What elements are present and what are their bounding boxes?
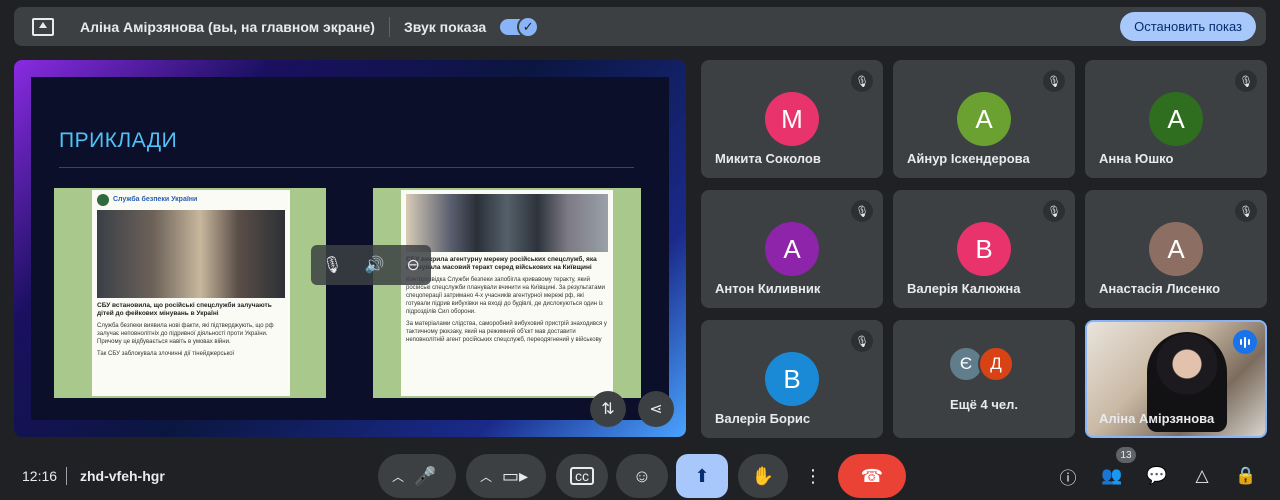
presenting-banner: Аліна Амірзянова (вы, на главном экране)… [14, 7, 1266, 46]
chevron-up-icon[interactable]: ︿ [480, 468, 492, 485]
participant-tile[interactable]: 🎙 В Валерія Калюжна [893, 190, 1075, 308]
info-icon[interactable]: ⓘ [1056, 464, 1080, 488]
hand-icon: ✋ [751, 465, 775, 486]
post-1-para-2: Так СБУ заблокувала злочинні дії тінейдж… [97, 351, 235, 357]
participant-name: Аліна Амірзянова [1099, 411, 1215, 426]
more-options-button[interactable]: ⋮ [798, 454, 828, 498]
mic-off-icon: 🎙 [1043, 70, 1065, 92]
post-2-photo [406, 194, 608, 252]
mic-off-icon: 🎙 [851, 70, 873, 92]
more-participants-tile[interactable]: Є Д Ещё 4 чел. [893, 320, 1075, 438]
check-icon: ✓ [517, 15, 540, 38]
participant-name: Айнур Іскендерова [907, 151, 1030, 166]
post-1-photo [97, 210, 285, 298]
post-1-source: Служба безпеки України [113, 196, 198, 203]
participant-tile[interactable]: 🎙 А Анастасія Лисенко [1085, 190, 1267, 308]
activities-icon[interactable]: △ [1190, 464, 1214, 488]
camera-icon: ▭▸ [502, 465, 529, 486]
people-icon[interactable]: 👥 [1100, 464, 1124, 488]
avatar: В [957, 222, 1011, 276]
participants-count-badge: 13 [1116, 447, 1136, 463]
control-bar: 12:16 zhd-vfeh-hgr ︿ 🎤 ︿ ▭▸ cc ☺ ⬆ ✋ ⋮ ☎… [0, 447, 1280, 500]
volume-icon[interactable]: 🔊 [364, 255, 384, 275]
avatar: Д [978, 346, 1014, 382]
avatar: А [765, 222, 819, 276]
self-video-tile[interactable]: Аліна Амірзянова [1085, 320, 1267, 438]
stop-presenting-button[interactable]: Остановить показ [1120, 12, 1256, 41]
mic-off-icon: 🎙 [1043, 200, 1065, 222]
post-2: СБУ викрила агентурну мережу російських … [401, 190, 613, 396]
participant-name: Валерія Борис [715, 411, 811, 426]
present-screen-icon [32, 17, 54, 36]
hang-up-icon: ☎ [860, 465, 884, 486]
more-vert-icon: ⋮ [804, 465, 822, 486]
speaking-indicator-icon [1233, 330, 1257, 354]
swap-icon[interactable]: ⇅ [590, 391, 626, 427]
post-1-headline: СБУ встановила, що російські спецслужби … [97, 302, 272, 317]
microphone-icon: 🎤 [414, 465, 437, 486]
meeting-code: zhd-vfeh-hgr [80, 468, 165, 484]
clock-divider [66, 467, 67, 485]
participant-name: Антон Киливник [715, 281, 821, 296]
slide-title: ПРИКЛАДИ [59, 129, 178, 152]
captions-icon: cc [570, 467, 594, 485]
sound-toggle[interactable]: ✓ [500, 15, 540, 38]
microphone-button[interactable]: ︿ 🎤 [378, 454, 456, 498]
avatar: А [1149, 222, 1203, 276]
participant-name: Валерія Калюжна [907, 281, 1021, 296]
post-2-para-2: За матеріалами слідства, саморобний вибу… [406, 321, 607, 343]
mic-off-icon: 🎙 [851, 200, 873, 222]
slide-card-2: СБУ викрила агентурну мережу російських … [373, 188, 641, 398]
presenter-text: Аліна Амірзянова (вы, на главном экране) [80, 18, 375, 35]
mic-off-icon: 🎙 [851, 330, 873, 352]
post-1-header: Служба безпеки України [97, 194, 285, 206]
emoji-button[interactable]: ☺ [616, 454, 668, 498]
avatar: М [765, 92, 819, 146]
chevron-up-icon[interactable]: ︿ [392, 468, 404, 485]
leave-call-button[interactable]: ☎ [838, 454, 906, 498]
sound-label: Звук показа [403, 18, 487, 35]
post-1-para-1: Служба безпеки виявила нові факти, які п… [97, 323, 274, 345]
mic-off-icon: 🎙 [1235, 70, 1257, 92]
raise-hand-button[interactable]: ✋ [738, 454, 788, 498]
post-2-headline: СБУ викрила агентурну мережу російських … [406, 256, 597, 271]
participant-tile[interactable]: 🎙 А Анна Юшко [1085, 60, 1267, 178]
mic-off-icon[interactable]: 🎙 [322, 255, 342, 275]
slide-card-1: Служба безпеки України СБУ встановила, щ… [54, 188, 326, 398]
slide: ПРИКЛАДИ Служба безпеки України СБУ вста… [31, 77, 669, 420]
participant-tile[interactable]: 🎙 М Микита Соколов [701, 60, 883, 178]
present-button[interactable]: ⬆ [676, 454, 728, 498]
more-participants-label: Ещё 4 чел. [950, 397, 1018, 412]
remove-icon[interactable]: ⊖ [407, 255, 420, 275]
chat-icon[interactable]: 💬 [1145, 464, 1169, 488]
host-controls-icon[interactable]: 🔒 [1234, 464, 1258, 488]
participant-name: Анастасія Лисенко [1099, 281, 1221, 296]
emoji-icon: ☺ [632, 465, 652, 486]
mic-off-icon: 🎙 [1235, 200, 1257, 222]
sbu-logo-icon [97, 194, 109, 206]
banner-divider [388, 16, 390, 37]
participant-tile[interactable]: 🎙 В Валерія Борис [701, 320, 883, 438]
presentation-controls: 🎙 🔊 ⊖ [311, 245, 431, 285]
avatar: А [1149, 92, 1203, 146]
clock: 12:16 [22, 468, 58, 484]
present-screen-icon: ⬆ [694, 465, 710, 486]
slide-divider [59, 167, 634, 168]
post-2-para-1: Контррозвідка Служби безпеки запобігла к… [406, 277, 605, 315]
presentation-view: ПРИКЛАДИ Служба безпеки України СБУ вста… [14, 60, 686, 437]
participant-name: Микита Соколов [715, 151, 821, 166]
avatar: А [957, 92, 1011, 146]
more-avatars: Є Д [948, 346, 1014, 382]
participant-tile[interactable]: 🎙 А Антон Киливник [701, 190, 883, 308]
camera-button[interactable]: ︿ ▭▸ [466, 454, 546, 498]
avatar: В [765, 352, 819, 406]
post-1: Служба безпеки України СБУ встановила, щ… [92, 190, 290, 396]
share-icon[interactable]: ⋖ [638, 391, 674, 427]
captions-button[interactable]: cc [556, 454, 608, 498]
participant-name: Анна Юшко [1099, 151, 1174, 166]
participant-tile[interactable]: 🎙 А Айнур Іскендерова [893, 60, 1075, 178]
